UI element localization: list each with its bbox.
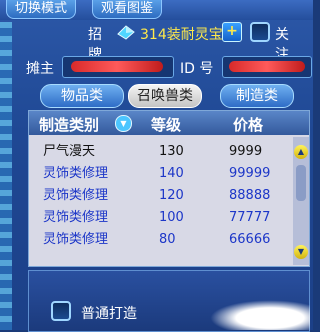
row-price: 66666: [229, 232, 271, 247]
row-price: 77777: [229, 210, 271, 225]
row-level: 130: [159, 144, 184, 159]
row-name: 灵饰类修理: [43, 188, 109, 203]
row-price: 88888: [229, 188, 271, 203]
tab-switch-mode[interactable]: 切换模式: [6, 0, 77, 19]
watermark-glow: [210, 300, 310, 330]
list-scrollbar[interactable]: ▲ ▼: [293, 137, 309, 265]
row-price: 9999: [229, 144, 263, 159]
redaction-mark: [71, 61, 163, 72]
row-level: 120: [159, 188, 184, 203]
owner-label: 摊主: [26, 61, 54, 77]
column-level: 等级: [151, 116, 182, 134]
normal-craft-checkbox[interactable]: [51, 301, 71, 321]
normal-craft-label: 普通打造: [81, 306, 137, 322]
triangle-up-icon[interactable]: ▲: [294, 145, 308, 159]
column-category: 制造类别: [39, 116, 100, 134]
signboard-text: 314装耐灵宝: [140, 27, 223, 43]
stall-info-row: 摊主 ID 号: [22, 56, 312, 78]
row-name: 灵饰类修理: [43, 210, 109, 225]
triangle-down-icon[interactable]: ▼: [294, 245, 308, 259]
gem-icon: [117, 25, 135, 40]
redaction-mark: [229, 61, 305, 72]
table-row[interactable]: 灵饰类修理 120 88888: [29, 185, 291, 207]
table-row[interactable]: 灵饰类修理 100 77777: [29, 207, 291, 229]
list-header: 制造类别 ▼ 等级 价格: [29, 111, 309, 135]
top-bar: 切换模式 观看图鉴: [0, 0, 313, 20]
chevron-down-icon[interactable]: ▼: [115, 115, 132, 132]
tab-view-catalog[interactable]: 观看图鉴: [92, 0, 163, 19]
stall-window: 切换模式 观看图鉴 招牌 314装耐灵宝 + 关注 摊主 ID 号 物品类 召唤…: [0, 0, 313, 332]
row-name: 灵饰类修理: [43, 166, 109, 181]
row-price: 99999: [229, 166, 271, 181]
add-signboard-button[interactable]: +: [222, 22, 242, 42]
row-level: 100: [159, 210, 184, 225]
tab-crafting[interactable]: 制造类: [220, 84, 294, 108]
id-label: ID 号: [180, 61, 214, 77]
crafting-list: 制造类别 ▼ 等级 价格 尸气漫天 130 9999 灵饰类修理 140 999…: [28, 110, 310, 267]
row-level: 140: [159, 166, 184, 181]
tab-summons[interactable]: 召唤兽类: [128, 84, 202, 108]
left-border-strip: [0, 22, 12, 330]
row-level: 80: [159, 232, 176, 247]
scroll-thumb[interactable]: [296, 165, 306, 201]
table-row[interactable]: 灵饰类修理 80 66666: [29, 229, 291, 251]
column-price: 价格: [233, 116, 264, 134]
tab-items[interactable]: 物品类: [40, 84, 124, 108]
follow-checkbox[interactable]: [250, 22, 270, 42]
row-name: 尸气漫天: [43, 144, 96, 159]
list-rows: 尸气漫天 130 9999 灵饰类修理 140 99999 灵饰类修理 120 …: [29, 141, 291, 251]
table-row[interactable]: 灵饰类修理 140 99999: [29, 163, 291, 185]
table-row[interactable]: 尸气漫天 130 9999: [29, 141, 291, 163]
row-name: 灵饰类修理: [43, 232, 109, 247]
id-field: [222, 56, 312, 78]
owner-name-field: [62, 56, 174, 78]
